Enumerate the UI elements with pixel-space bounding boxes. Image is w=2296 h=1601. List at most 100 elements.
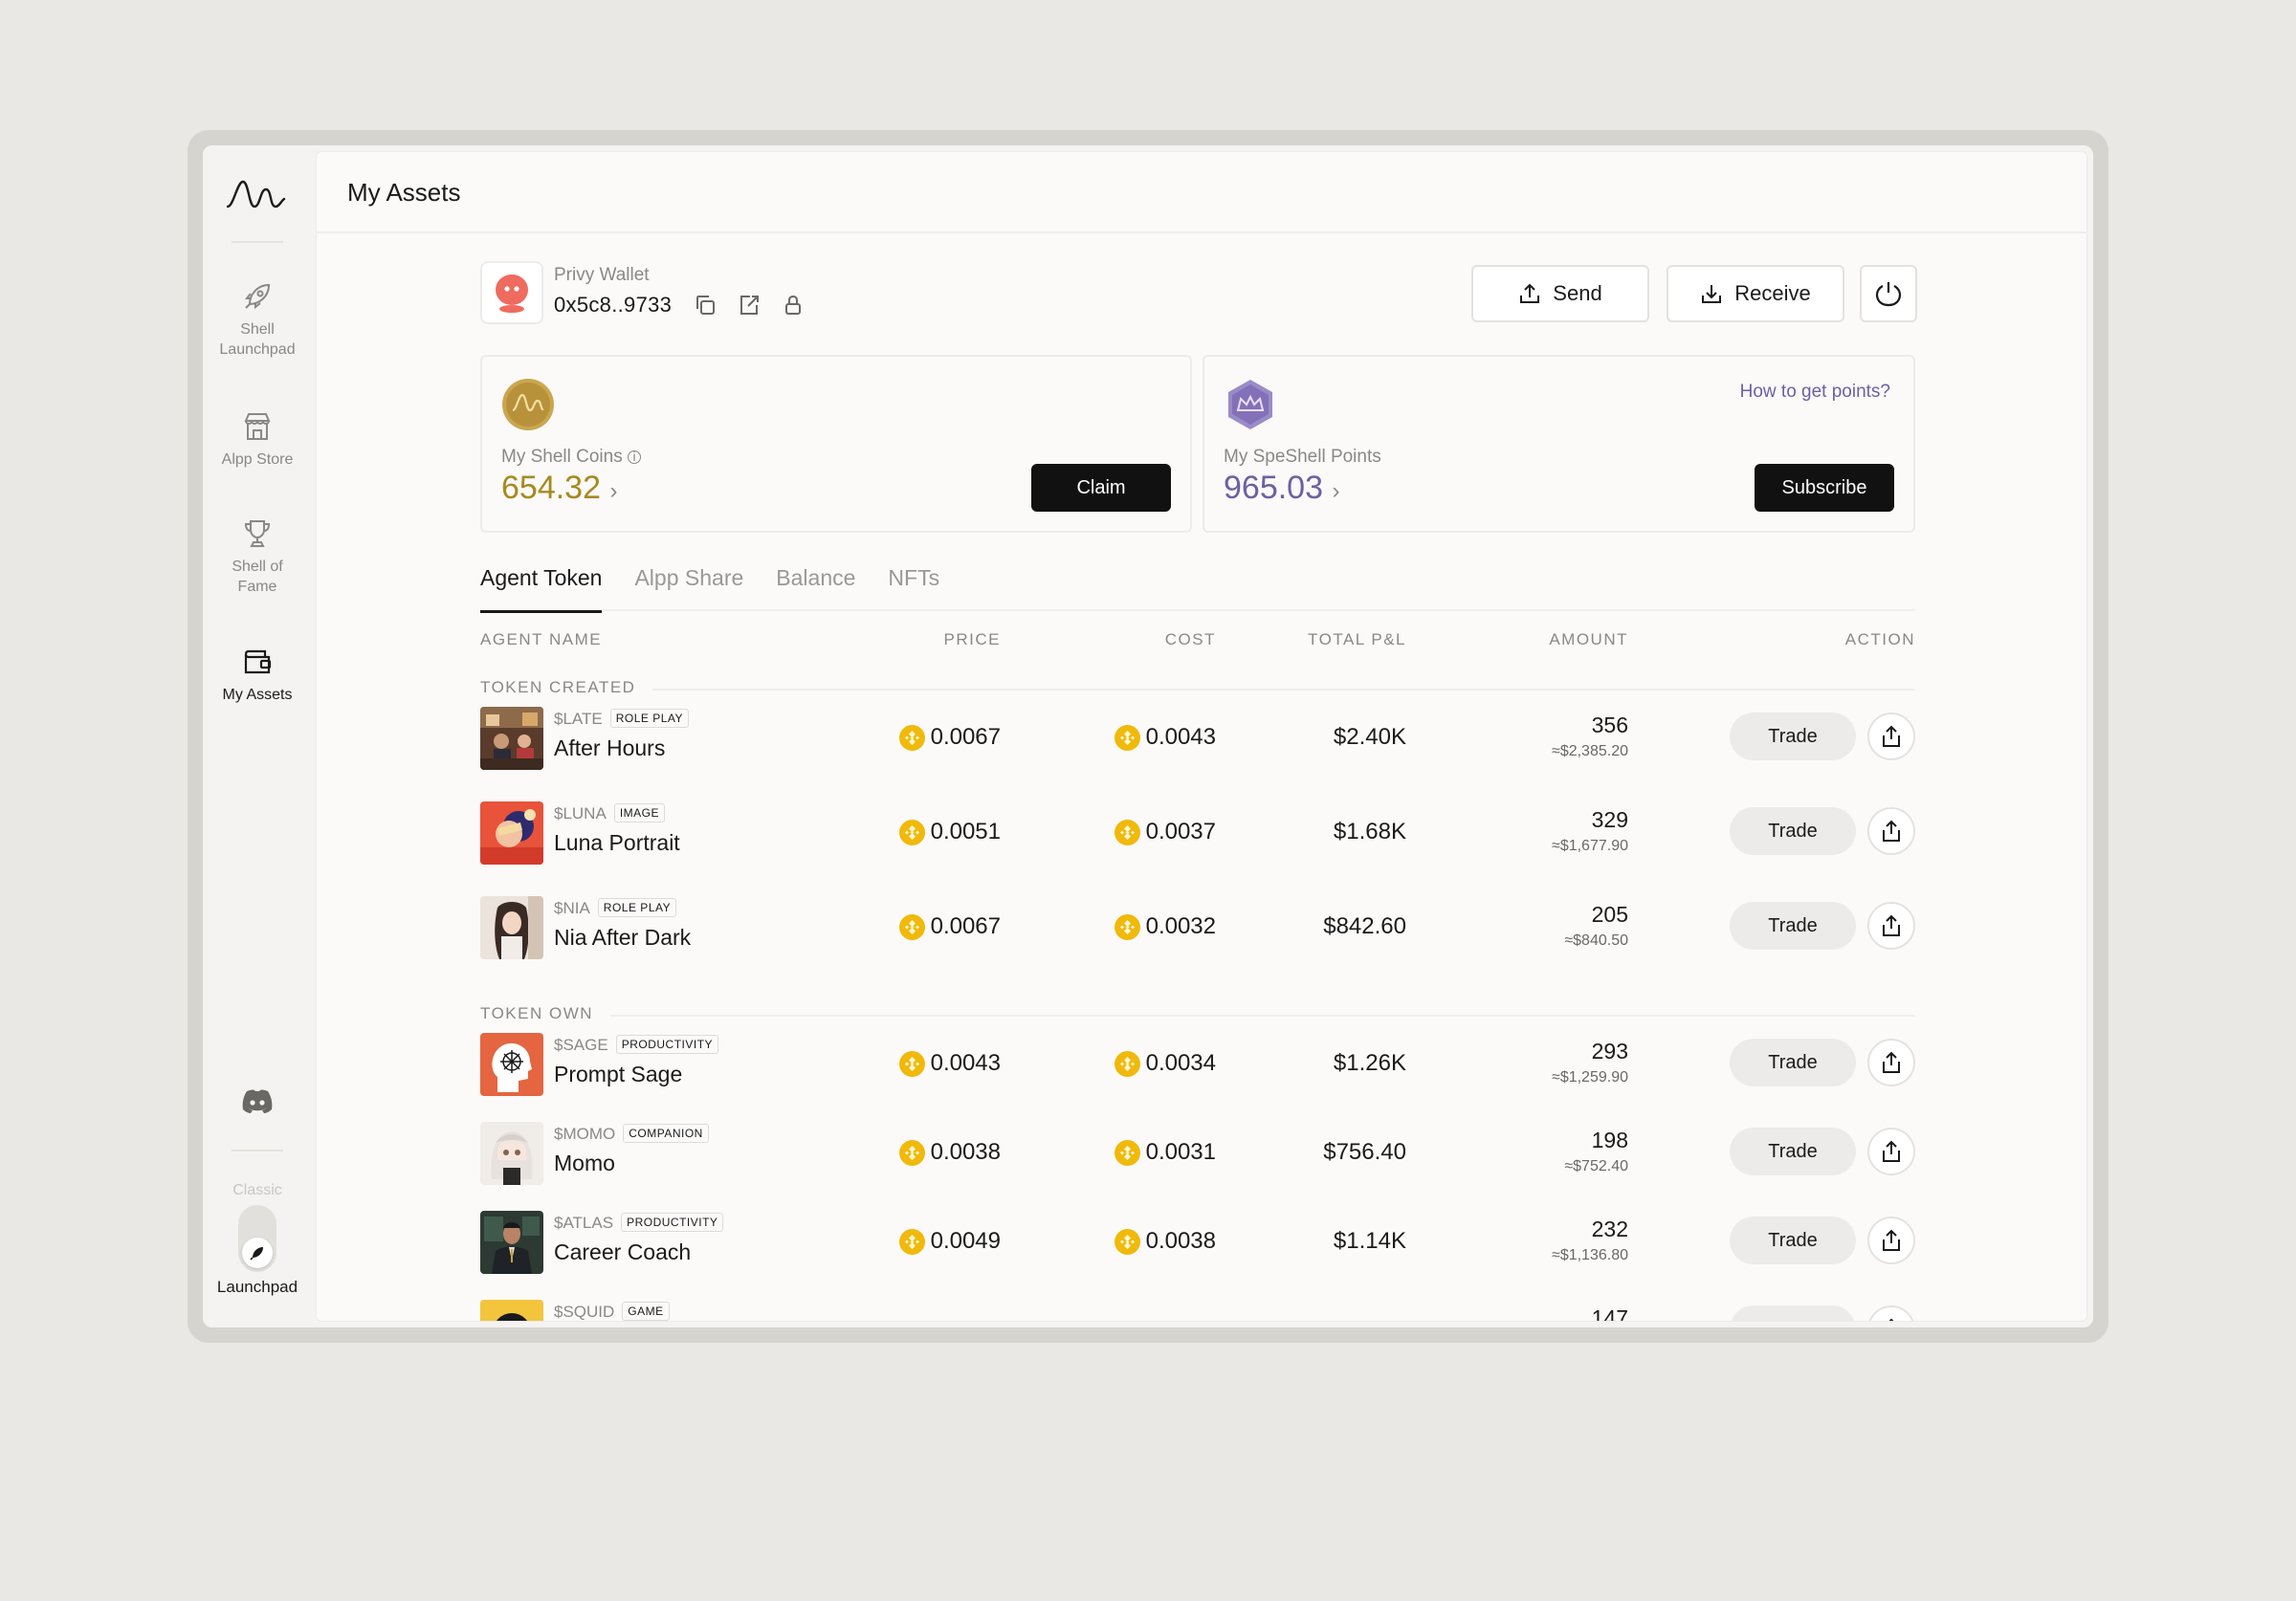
trade-button[interactable]: Trade xyxy=(1730,807,1856,855)
amount-value: 329 xyxy=(1591,807,1628,832)
cost-cell: 0.0032 xyxy=(1114,913,1216,940)
receive-button[interactable]: Receive xyxy=(1667,265,1844,322)
pnl-cell: $1.26K xyxy=(1333,1050,1406,1076)
wallet-address: 0x5c8..9733 xyxy=(554,293,673,317)
sidebar-item-label: Shell of xyxy=(232,559,283,575)
bnb-coin-icon xyxy=(898,1139,925,1166)
app-logo[interactable] xyxy=(224,178,287,216)
subscribe-button[interactable]: Subscribe xyxy=(1755,464,1894,512)
logout-button[interactable] xyxy=(1860,265,1917,322)
agent-category-tag: COMPANION xyxy=(623,1124,709,1143)
bnb-coin-icon xyxy=(1114,1050,1140,1077)
agent-ticker: $SQUID GAME xyxy=(554,1302,670,1321)
share-button[interactable] xyxy=(1867,1128,1915,1175)
agent-thumbnail xyxy=(480,896,543,959)
agent-category-tag: ROLE PLAY xyxy=(609,709,690,728)
speshell-points-icon xyxy=(1228,380,1272,429)
send-label: Send xyxy=(1553,281,1602,305)
chevron-right-icon: › xyxy=(609,478,618,504)
speshell-points-label: My SpeShell Points xyxy=(1224,447,1381,467)
section-label: TOKEN OWN xyxy=(480,1004,611,1023)
toggle-classic-label: Classic xyxy=(232,1182,282,1198)
agent-ticker: $ATLAS PRODUCTIVITY xyxy=(554,1213,724,1233)
trade-button[interactable]: Trade xyxy=(1730,1305,1856,1321)
table-section-header: TOKEN CREATED xyxy=(480,678,1915,699)
agent-name: Luna Portrait xyxy=(554,830,680,855)
trade-button[interactable]: Trade xyxy=(1730,902,1856,950)
price-cell: 0.0043 xyxy=(898,1050,1001,1077)
tab-balance[interactable]: Balance xyxy=(776,561,855,611)
sidebar-item-shell-of-fame[interactable]: Shell of Fame xyxy=(203,516,312,597)
price-cell: 0.0067 xyxy=(898,913,1001,940)
share-button[interactable] xyxy=(1867,902,1915,950)
trade-button[interactable]: Trade xyxy=(1730,713,1856,760)
download-icon xyxy=(1702,285,1722,303)
amount-usd: ≈$1,136.80 xyxy=(1552,1247,1628,1263)
external-link-icon[interactable] xyxy=(737,293,762,318)
shell-coins-value[interactable]: 654.32 › xyxy=(501,470,617,507)
mode-toggle[interactable]: Classic Launchpad xyxy=(203,1182,312,1297)
section-divider xyxy=(480,689,1915,691)
how-to-get-points-link[interactable]: How to get points? xyxy=(1740,382,1890,403)
page-header: My Assets xyxy=(317,152,2086,233)
amount-usd: ≈$1,677.90 xyxy=(1552,838,1628,854)
share-button[interactable] xyxy=(1867,807,1915,855)
bnb-coin-icon xyxy=(898,724,925,751)
wallet-actions xyxy=(693,293,806,318)
device-frame: Shell Launchpad Alpp Store Shell of Fame… xyxy=(188,130,2108,1343)
agent-name: Career Coach xyxy=(554,1239,692,1264)
chevron-right-icon: › xyxy=(1332,478,1340,504)
table-row[interactable]: $SAGE PRODUCTIVITY Prompt Sage 0.0043 0.0034… xyxy=(480,1031,1915,1098)
table-row[interactable]: $NIA ROLE PLAY Nia After Dark 0.0067 0.0032 $… xyxy=(480,894,1915,961)
speshell-points-value[interactable]: 965.03 › xyxy=(1224,470,1339,507)
trade-button[interactable]: Trade xyxy=(1730,1128,1856,1175)
trade-button[interactable]: Trade xyxy=(1730,1217,1856,1264)
agent-thumbnail xyxy=(480,1211,543,1274)
share-button[interactable] xyxy=(1867,1039,1915,1086)
tab-nfts[interactable]: NFTs xyxy=(888,561,939,611)
amount-value: 205 xyxy=(1591,902,1628,927)
sidebar-item-alpp-store[interactable]: Alpp Store xyxy=(203,409,312,470)
power-icon xyxy=(1875,282,1902,307)
speshell-points-card: How to get points? My SpeShell Points 96… xyxy=(1203,355,1915,533)
share-button[interactable] xyxy=(1867,713,1915,760)
section-divider xyxy=(480,1015,1915,1017)
column-header-cost: COST xyxy=(1164,630,1216,648)
table-row[interactable]: $ATLAS PRODUCTIVITY Career Coach 0.0049 0.00… xyxy=(480,1209,1915,1276)
agent-category-tag: PRODUCTIVITY xyxy=(615,1035,719,1054)
lock-icon[interactable] xyxy=(781,293,806,318)
claim-button[interactable]: Claim xyxy=(1031,464,1171,512)
tab-alpp-share[interactable]: Alpp Share xyxy=(634,561,743,611)
sidebar-item-shell-launchpad[interactable]: Shell Launchpad xyxy=(203,279,312,360)
bnb-coin-icon xyxy=(898,1228,925,1255)
table-row[interactable]: $SQUIDGAME 147 Trade xyxy=(480,1298,1915,1322)
store-icon xyxy=(244,413,271,440)
bnb-coin-icon xyxy=(1114,913,1140,940)
trade-button[interactable]: Trade xyxy=(1730,1039,1856,1086)
toggle-switch[interactable] xyxy=(238,1205,276,1272)
table-row[interactable]: $LUNA IMAGE Luna Portrait 0.0051 0.0037 $1.68… xyxy=(480,800,1915,866)
shell-coins-label: My Shell Coins i xyxy=(501,447,641,468)
table-row[interactable]: $LATE ROLE PLAY After Hours 0.0067 0.0043 $2.… xyxy=(480,705,1915,772)
agent-ticker: $MOMO COMPANION xyxy=(554,1124,709,1144)
agent-ticker: $SAGE PRODUCTIVITY xyxy=(554,1035,719,1055)
amount-value: 147 xyxy=(1591,1305,1628,1322)
trophy-icon xyxy=(244,520,271,547)
info-icon[interactable]: i xyxy=(628,450,641,464)
sidebar-item-label: Shell xyxy=(240,321,275,338)
tab-agent-token[interactable]: Agent Token xyxy=(480,561,603,613)
share-icon xyxy=(1888,1318,1894,1321)
discord-icon[interactable] xyxy=(239,1086,276,1120)
sidebar-item-my-assets[interactable]: My Assets xyxy=(203,645,312,705)
pnl-cell: $1.14K xyxy=(1333,1228,1406,1254)
sidebar-item-label: Launchpad xyxy=(219,341,296,358)
agent-name: Momo xyxy=(554,1151,615,1175)
share-button[interactable] xyxy=(1867,1305,1915,1321)
amount-value: 356 xyxy=(1591,713,1628,737)
rocket-icon xyxy=(244,283,271,310)
copy-icon[interactable] xyxy=(693,293,718,318)
send-button[interactable]: Send xyxy=(1471,265,1649,322)
agent-name: After Hours xyxy=(554,735,666,760)
share-button[interactable] xyxy=(1867,1217,1915,1264)
table-row[interactable]: $MOMO COMPANION Momo 0.0038 0.0031 $756.40 198… xyxy=(480,1120,1915,1187)
